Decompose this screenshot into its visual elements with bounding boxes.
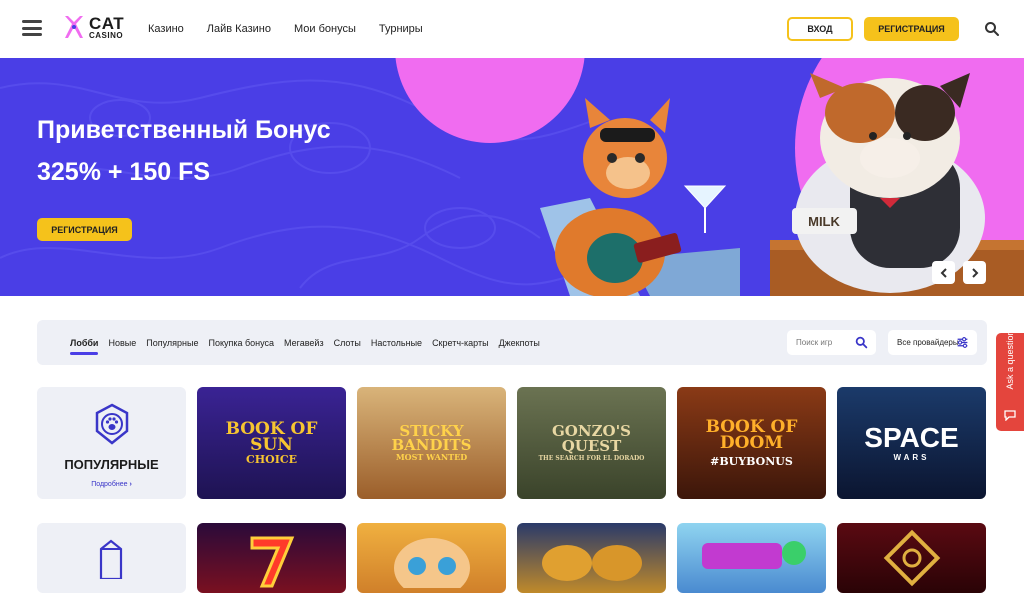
cat-face-icon xyxy=(393,538,470,588)
chevron-right-icon xyxy=(971,267,978,278)
popular-title: ПОПУЛЯРНЫЕ xyxy=(64,457,159,472)
hero-banner: Приветственный Бонус 325% + 150 FS РЕГИС… xyxy=(0,58,1024,296)
providers-dropdown[interactable]: Все провайдеры xyxy=(888,330,977,355)
milk-carton-icon xyxy=(99,539,123,579)
register-button[interactable]: РЕГИСТРАЦИЯ xyxy=(864,17,959,41)
game-tile[interactable] xyxy=(837,523,986,593)
tab-slots[interactable]: Слоты xyxy=(334,320,361,365)
game-title: SPACE xyxy=(864,421,959,453)
game-search-field xyxy=(787,330,876,355)
search-icon[interactable] xyxy=(984,21,1000,37)
milk-sign-text: MILK xyxy=(808,214,840,229)
chat-bubble-icon xyxy=(1004,410,1016,421)
tab-bonus-buy[interactable]: Покупка бонуса xyxy=(208,320,274,365)
login-button[interactable]: ВХОД xyxy=(787,17,853,41)
hero-prev-button[interactable] xyxy=(932,261,955,284)
game-subtitle: THE SEARCH FOR EL DORADO xyxy=(538,454,645,462)
logo-casino-text: CASINO xyxy=(89,30,124,40)
game-subtitle: CHOICE xyxy=(245,452,297,466)
cat-logo-icon xyxy=(65,16,83,38)
nav-my-bonuses[interactable]: Мои бонусы xyxy=(294,23,356,35)
game-filter-bar: Лобби Новые Популярные Покупка бонуса Ме… xyxy=(37,320,987,365)
category-card-table[interactable] xyxy=(37,523,186,593)
search-icon[interactable] xyxy=(855,336,868,349)
tab-lobby[interactable]: Лобби xyxy=(70,320,99,365)
nav-casino[interactable]: Казино xyxy=(148,23,184,35)
game-tile[interactable] xyxy=(677,523,826,593)
chinese-knot-icon xyxy=(883,529,940,587)
nav-live-casino[interactable]: Лайв Казино xyxy=(207,23,271,35)
main-nav: Казино Лайв Казино Мои бонусы Турниры xyxy=(148,0,423,58)
game-tile[interactable]: GONZO'S QUEST THE SEARCH FOR EL DORADO xyxy=(517,387,666,499)
game-title: GONZO'S QUEST xyxy=(551,422,632,455)
game-tile[interactable]: BOOK OF DOOM #BUYBONUS xyxy=(677,387,826,499)
chevron-left-icon xyxy=(940,267,947,278)
hero-next-button[interactable] xyxy=(963,261,986,284)
tab-jackpots[interactable]: Джекпоты xyxy=(499,320,540,365)
logo[interactable]: CAT CASINO xyxy=(62,14,124,40)
providers-label: Все провайдеры xyxy=(897,338,959,347)
nav-tournaments[interactable]: Турниры xyxy=(379,23,423,35)
golden-treasure-icon xyxy=(541,545,642,581)
menu-icon[interactable] xyxy=(22,20,42,36)
game-title: BOOK OF DOOM xyxy=(705,416,798,453)
filter-sliders-icon xyxy=(957,337,968,348)
popular-category-card[interactable]: ПОПУЛЯРНЫЕ Подробнее › xyxy=(37,387,186,499)
hero-register-button[interactable]: РЕГИСТРАЦИЯ xyxy=(37,218,132,241)
top-header: CAT CASINO Казино Лайв Казино Мои бонусы… xyxy=(0,0,1024,58)
game-search-input[interactable] xyxy=(796,338,854,347)
tab-scratch-cards[interactable]: Скретч-карты xyxy=(432,320,489,365)
ask-question-label: Ask a question xyxy=(1005,330,1015,390)
hero-subtitle: 325% + 150 FS xyxy=(37,158,211,186)
game-subtitle: #BUYBONUS xyxy=(710,454,793,468)
game-title: BOOK OF SUN xyxy=(225,418,318,455)
popular-more-link[interactable]: Подробнее › xyxy=(37,481,186,488)
hero-title: Приветственный Бонус xyxy=(37,116,331,144)
tab-popular[interactable]: Популярные xyxy=(146,320,198,365)
paw-medal-icon xyxy=(95,403,129,445)
game-title: STICKY BANDITS xyxy=(391,421,472,455)
ask-question-button[interactable]: Ask a question xyxy=(996,330,1024,431)
game-tile[interactable] xyxy=(517,523,666,593)
tab-table-games[interactable]: Настольные xyxy=(371,320,422,365)
category-tabs: Лобби Новые Популярные Покупка бонуса Ме… xyxy=(70,320,540,365)
gemix-logo-icon xyxy=(701,541,806,569)
logo-cat-text: CAT xyxy=(89,13,125,33)
lucky-seven-icon xyxy=(250,536,294,588)
tab-megaways[interactable]: Мегавейз xyxy=(284,320,324,365)
game-tile[interactable] xyxy=(197,523,346,593)
game-tile[interactable]: STICKY BANDITS MOST WANTED xyxy=(357,387,506,499)
game-subtitle: WARS xyxy=(893,452,930,462)
game-tile[interactable]: BOOK OF SUN CHOICE xyxy=(197,387,346,499)
game-subtitle: MOST WANTED xyxy=(395,452,468,463)
game-tile[interactable] xyxy=(357,523,506,593)
tab-new[interactable]: Новые xyxy=(108,320,136,365)
game-tile[interactable]: SPACE WARS xyxy=(837,387,986,499)
